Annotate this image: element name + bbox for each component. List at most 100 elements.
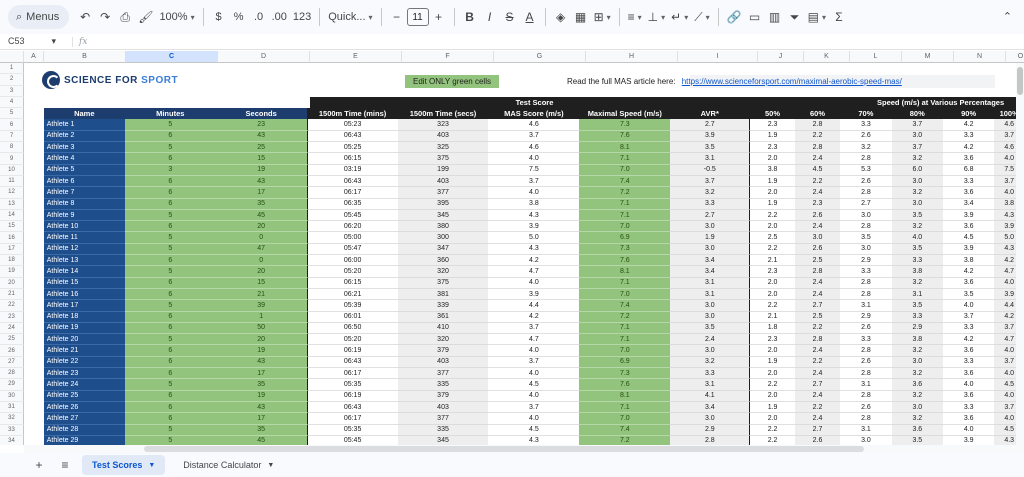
table-cell[interactable]: Athlete 3 <box>43 142 125 154</box>
redo-icon[interactable]: ↷ <box>95 6 115 28</box>
table-cell[interactable]: 5 <box>124 209 216 222</box>
column-header-j[interactable]: J <box>758 51 804 63</box>
table-cell[interactable]: 4.3 <box>488 243 580 256</box>
table-cell[interactable]: 2.9 <box>840 311 892 323</box>
table-cell[interactable]: 0 <box>215 255 307 267</box>
row-header[interactable]: 20 <box>0 277 24 289</box>
font-size-input[interactable]: 11 <box>406 8 429 26</box>
insert-comment-icon[interactable]: ▭ <box>745 6 765 28</box>
table-cell[interactable]: 4.6 <box>488 119 580 131</box>
row-header[interactable]: 2 <box>0 74 24 86</box>
table-cell[interactable]: 2.7 <box>794 379 841 391</box>
table-cell[interactable]: 2.9 <box>891 322 943 335</box>
table-cell[interactable]: 05:39 <box>306 300 398 312</box>
table-cell[interactable]: 7.1 <box>579 334 671 346</box>
table-cell[interactable]: 4.7 <box>488 334 580 346</box>
table-cell[interactable]: 17 <box>215 413 307 425</box>
table-cell[interactable]: Athlete 2 <box>43 130 125 143</box>
horizontal-scrollbar[interactable] <box>24 445 1024 453</box>
table-cell[interactable]: 3.7 <box>488 356 580 369</box>
row-header[interactable]: 4 <box>0 96 24 109</box>
table-cell[interactable]: 3.3 <box>670 368 750 380</box>
fill-color-icon[interactable]: ◈ <box>551 6 571 28</box>
table-cell[interactable]: 2.7 <box>840 198 892 210</box>
table-cell[interactable]: 5.3 <box>840 164 892 176</box>
table-cell[interactable]: 7.3 <box>579 368 671 380</box>
table-cell[interactable]: 377 <box>397 187 489 199</box>
table-cell[interactable]: 2.6 <box>794 435 841 445</box>
table-cell[interactable]: 3.2 <box>891 153 943 165</box>
table-cell[interactable]: Athlete 20 <box>43 334 125 346</box>
table-cell[interactable]: 2.4 <box>794 187 841 199</box>
table-cell[interactable]: 3.7 <box>891 119 943 131</box>
table-cell[interactable]: 7.3 <box>579 119 671 131</box>
strikethrough-button[interactable]: S <box>500 6 520 28</box>
table-cell[interactable]: Athlete 28 <box>43 424 125 436</box>
row-header[interactable]: 13 <box>0 198 24 210</box>
table-cell[interactable]: 3.7 <box>488 322 580 335</box>
table-cell[interactable]: 6 <box>124 175 216 188</box>
column-header-e[interactable]: E <box>310 51 402 63</box>
table-cell[interactable]: 5 <box>124 266 216 278</box>
table-cell[interactable]: 403 <box>397 175 489 188</box>
table-cell[interactable]: 4.2 <box>943 334 995 346</box>
table-cell[interactable]: 43 <box>215 175 307 188</box>
table-cell[interactable]: 3.1 <box>891 288 943 301</box>
table-cell[interactable]: 2.8 <box>840 368 892 380</box>
table-cell[interactable]: 35 <box>215 198 307 210</box>
row-header[interactable]: 11 <box>0 175 24 188</box>
table-cell[interactable]: 2.4 <box>794 368 841 380</box>
table-cell[interactable]: 3.5 <box>670 322 750 335</box>
paint-format-icon[interactable]: 🖌 <box>135 6 156 28</box>
column-header-f[interactable]: F <box>402 51 494 63</box>
table-cell[interactable]: 05:25 <box>306 142 398 154</box>
table-cell[interactable]: 7.4 <box>579 424 671 436</box>
bold-button[interactable]: B <box>460 6 480 28</box>
table-cell[interactable]: 6 <box>124 368 216 380</box>
row-header[interactable]: 8 <box>0 142 24 154</box>
table-cell[interactable]: Athlete 4 <box>43 153 125 165</box>
table-cell[interactable]: 7.1 <box>579 198 671 210</box>
table-cell[interactable]: 2.6 <box>840 322 892 335</box>
select-all-corner[interactable] <box>0 51 24 63</box>
table-cell[interactable]: 2.8 <box>794 119 841 131</box>
table-cell[interactable]: 3.4 <box>670 401 750 414</box>
table-cell[interactable]: 2.8 <box>794 142 841 154</box>
table-cell[interactable]: Athlete 1 <box>43 119 125 131</box>
font-family-select[interactable]: Quick... <box>325 6 375 28</box>
table-cell[interactable]: 4.5 <box>488 379 580 391</box>
table-cell[interactable]: 4.2 <box>488 255 580 267</box>
table-cell[interactable]: 2.8 <box>840 345 892 357</box>
scroll-thumb[interactable] <box>1017 67 1023 95</box>
table-cell[interactable]: 3.9 <box>943 435 995 445</box>
table-cell[interactable]: 6 <box>124 345 216 357</box>
table-cell[interactable]: 4.7 <box>488 266 580 278</box>
table-cell[interactable]: 2.8 <box>840 221 892 233</box>
table-cell[interactable]: 395 <box>397 198 489 210</box>
table-cell[interactable]: 3.1 <box>840 424 892 436</box>
table-cell[interactable]: 3.9 <box>670 130 750 143</box>
table-cell[interactable]: Athlete 10 <box>43 221 125 233</box>
table-cell[interactable]: 2.0 <box>749 345 795 357</box>
table-cell[interactable]: 3.8 <box>891 334 943 346</box>
table-cell[interactable]: 06:17 <box>306 413 398 425</box>
table-cell[interactable]: 3.0 <box>891 175 943 188</box>
table-cell[interactable]: 2.6 <box>794 209 841 222</box>
table-cell[interactable]: 7.1 <box>579 277 671 289</box>
table-cell[interactable]: 403 <box>397 130 489 143</box>
table-cell[interactable]: Athlete 15 <box>43 277 125 289</box>
table-cell[interactable]: 5 <box>124 119 216 131</box>
table-cell[interactable]: 1 <box>215 311 307 323</box>
row-header[interactable]: 17 <box>0 243 24 256</box>
row-header[interactable]: 19 <box>0 266 24 278</box>
table-cell[interactable]: 2.3 <box>749 119 795 131</box>
table-cell[interactable]: 4.0 <box>488 390 580 402</box>
table-cell[interactable]: 3.2 <box>891 390 943 402</box>
table-cell[interactable]: 335 <box>397 379 489 391</box>
table-cell[interactable]: 4.2 <box>943 266 995 278</box>
merge-cells-icon[interactable]: ⊞ <box>591 6 614 28</box>
row-header[interactable]: 9 <box>0 153 24 165</box>
table-cell[interactable]: 3.6 <box>891 379 943 391</box>
table-cell[interactable]: 3.3 <box>943 401 995 414</box>
row-header[interactable]: 18 <box>0 255 24 267</box>
